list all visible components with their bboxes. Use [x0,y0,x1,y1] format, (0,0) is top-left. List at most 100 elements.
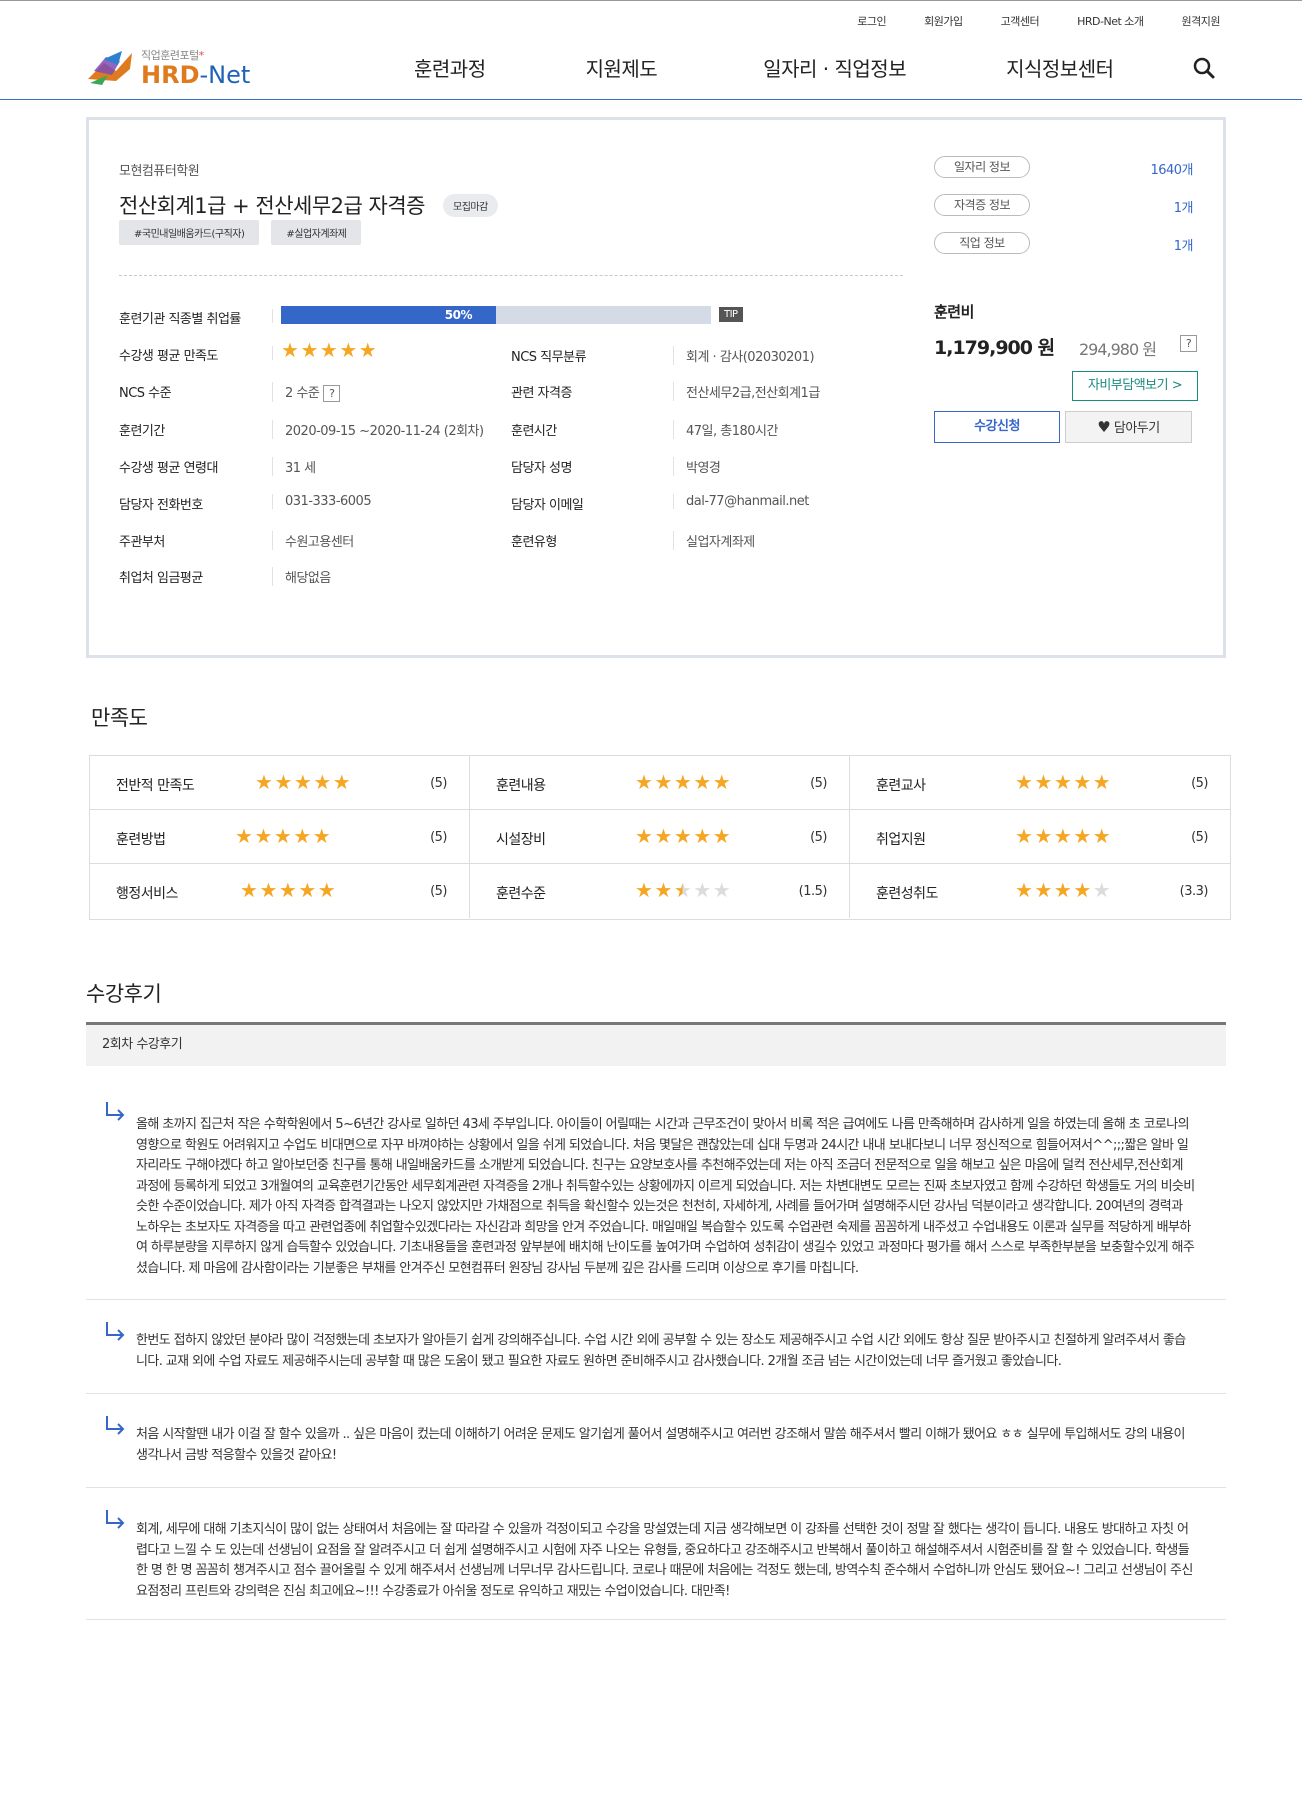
satisfaction-item-score: (5) [810,776,827,791]
star-icon: ★ [1053,878,1072,902]
tag-unemployed-account[interactable]: #실업자계좌제 [271,220,362,245]
satisfaction-item: 행정서비스 ★ ★ ★ ★ ★ (5) [90,864,470,918]
remote-support-link[interactable]: 원격지원 [1182,13,1221,29]
employment-rate-label: 훈련기관 직종별 취업률 [119,312,241,327]
star-icon: ★ [319,338,338,362]
period-label: 훈련기간 [119,424,165,439]
star-icon: ★ [673,878,692,902]
review-text: 처음 시작할땐 내가 이걸 잘 할수 있을까 .. 싶은 마음이 컸는데 이해하… [136,1427,1185,1463]
star-icon: ★ [635,770,653,794]
star-icon: ★ [254,824,272,848]
star-icon: ★ [654,770,672,794]
login-link[interactable]: 로그인 [857,13,886,29]
job-info-pill[interactable]: 직업 정보 [934,232,1030,254]
help-icon[interactable]: ? [323,385,341,402]
wishlist-label: 담아두기 [1113,421,1160,436]
star-icon: ★ [654,878,672,902]
email-label: 담당자 이메일 [511,498,584,513]
cert-info-pill[interactable]: 자격증 정보 [934,194,1030,216]
course-tags: #국민내일배움카드(구직자) #실업자계좌제 [119,220,362,245]
star-icon: ★ [712,878,731,902]
star-icon: ★ [1034,770,1052,794]
star-icon: ★ [712,824,731,848]
star-icon: ★ [1092,878,1111,902]
satisfaction-item-label: 시설장비 [496,832,546,848]
manager-label: 담당자 성명 [511,461,572,476]
star-icon: ★ [1015,770,1033,794]
satisfaction-item-score: (5) [810,830,827,845]
satisfaction-item-stars: ★ ★ ★ ★ ★ [235,826,332,847]
institution-name: 모현컴퓨터학원 [119,164,200,179]
manager-value: 박영경 [673,457,721,476]
logo-mark-icon [88,51,132,85]
review-item: 올해 초까지 집근처 작은 수학학원에서 5~6년간 강사로 일하던 43세 주… [86,1100,1226,1300]
phone-value: 031-333-6005 [272,494,372,509]
satisfaction-item-stars: ★ ★ ★ ★ ★ [635,826,732,847]
star-icon: ★ [1092,824,1111,848]
satisfaction-label: 수강생 평균 만족도 [119,349,218,364]
star-icon: ★ [1053,824,1072,848]
tip-button[interactable]: TIP [719,307,743,322]
jobs-info-pill[interactable]: 일자리 정보 [934,156,1030,178]
wage-value: 해당없음 [272,567,331,586]
fee-help-icon[interactable]: ? [1180,335,1197,352]
star-icon: ★ [1053,770,1072,794]
star-icon: ★ [274,770,292,794]
satisfaction-item-label: 훈련수준 [496,886,546,902]
nav-knowledge-center[interactable]: 지식정보센터 [1006,53,1114,82]
nav-support-system[interactable]: 지원제도 [586,53,658,82]
nav-jobs-info[interactable]: 일자리 · 직업정보 [763,53,906,82]
satisfaction-item: 취업지원 ★ ★ ★ ★ ★ (5) [850,810,1230,864]
hours-label: 훈련시간 [511,424,557,439]
review-item: 회계, 세무에 대해 기초지식이 많이 없는 상태여서 처음에는 잘 따라갈 수… [86,1508,1226,1620]
separator [272,309,273,323]
course-summary-card: 모현컴퓨터학원 전산회계1급 + 전산세무2급 자격증 모집마감 #국민내일배움… [86,117,1226,658]
heart-icon: ♥ [1097,418,1111,436]
star-icon: ★ [300,338,318,362]
customer-center-link[interactable]: 고객센터 [1001,13,1040,29]
satisfaction-item: 시설장비 ★ ★ ★ ★ ★ (5) [470,810,850,864]
reply-arrow-icon [106,1322,125,1341]
employment-rate-bar: 50% [281,306,711,324]
main-nav: 훈련과정 지원제도 일자리 · 직업정보 지식정보센터 [414,53,1114,82]
job-info-count[interactable]: 1개 [1174,235,1194,254]
satisfaction-item-label: 훈련내용 [496,778,546,794]
self-pay-button[interactable]: 자비부담액보기 > [1072,371,1198,401]
review-item: 한번도 접하지 않았던 분야라 많이 걱정했는데 초보자가 알아듣기 쉽게 강의… [86,1320,1226,1394]
about-link[interactable]: HRD-Net 소개 [1077,13,1144,29]
satisfaction-item: 훈련방법 ★ ★ ★ ★ ★ (5) [90,810,470,864]
wishlist-button[interactable]: ♥ 담아두기 [1065,411,1192,443]
star-icon: ★ [1034,824,1052,848]
satisfaction-title: 만족도 [91,706,148,730]
star-icon: ★ [298,878,316,902]
period-value: 2020-09-15 ~2020-11-24 (2회차) [272,420,484,439]
reply-arrow-icon [106,1102,125,1121]
star-icon: ★ [255,770,273,794]
signup-link[interactable]: 회원가입 [924,13,963,29]
nav-training-courses[interactable]: 훈련과정 [414,53,486,82]
tag-national-card[interactable]: #국민내일배움카드(구직자) [119,220,260,245]
cert-info-count[interactable]: 1개 [1174,197,1194,216]
satisfaction-item-stars: ★ ★ ★ ★ ★ [255,772,352,793]
satisfaction-item-label: 취업지원 [876,832,926,848]
satisfaction-item: 훈련내용 ★ ★ ★ ★ ★ (5) [470,756,850,810]
star-icon: ★ [273,824,292,848]
review-item: 처음 시작할땐 내가 이걸 잘 할수 있을까 .. 싶은 마음이 컸는데 이해하… [86,1414,1226,1488]
star-icon: ★ [278,878,297,902]
star-icon: ★ [1015,824,1033,848]
star-icon: ★ [693,770,711,794]
reviews-title: 수강후기 [86,982,162,1006]
fee-total: 1,179,900 원 [934,337,1055,359]
jobs-info-count[interactable]: 1640개 [1150,159,1193,178]
status-badge: 모집마감 [443,194,498,217]
site-logo[interactable]: 직업훈련포털* HRD-Net [86,47,256,89]
search-icon[interactable] [1192,56,1216,80]
email-value: dal-77@hanmail.net [673,494,809,509]
separator [272,346,273,360]
satisfaction-item-label: 훈련방법 [116,832,166,848]
reply-arrow-icon [106,1416,125,1435]
satisfaction-item-stars: ★ ★ ★ ★ ★ [240,880,337,901]
satisfaction-item-score: (1.5) [798,884,828,899]
apply-button[interactable]: 수강신청 [934,411,1060,443]
hours-value: 47일, 총180시간 [673,420,778,439]
